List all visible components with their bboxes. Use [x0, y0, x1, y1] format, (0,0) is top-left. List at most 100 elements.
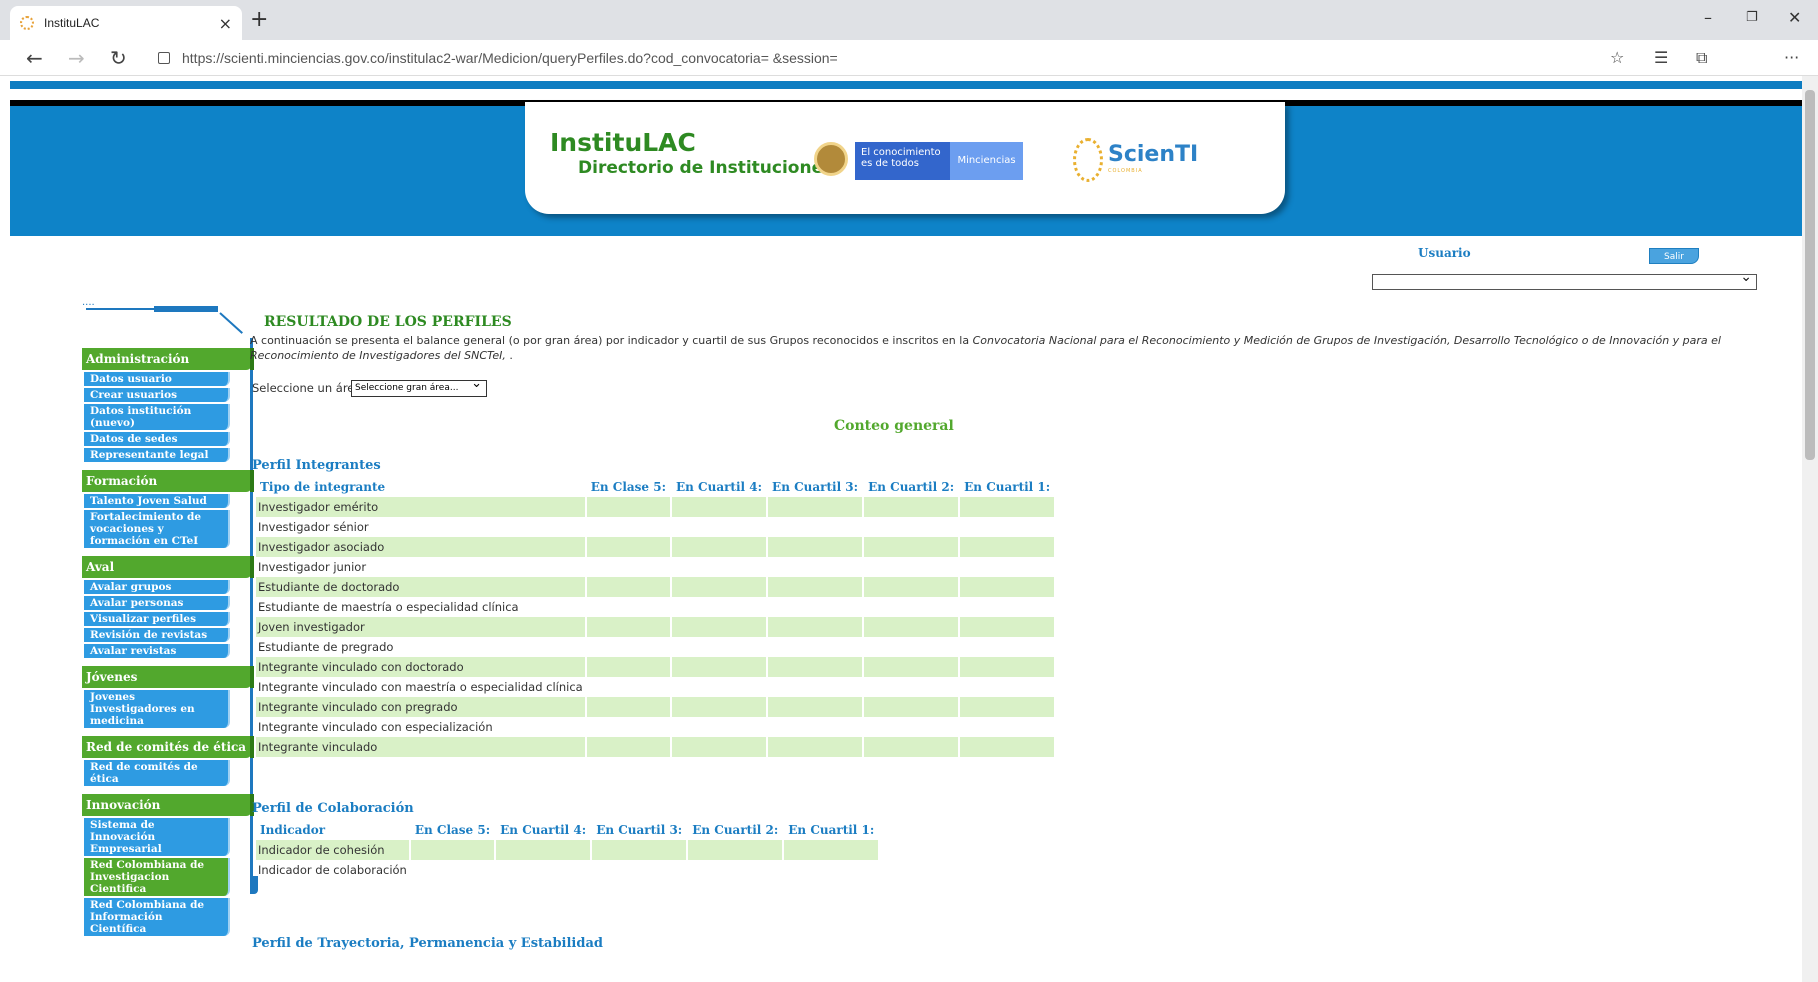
- table-header-row: Tipo de integrante En Clase 5: En Cuartil …: [256, 477, 1054, 497]
- perfil-integrantes-table: Tipo de integrante En Clase 5: En Cuartil …: [254, 477, 1056, 757]
- value-cell: [672, 577, 767, 597]
- reload-icon[interactable]: ↻: [110, 46, 127, 70]
- gov-slogan: El conocimiento es de todos: [855, 142, 950, 180]
- table-row: Indicador de cohesión: [256, 840, 879, 860]
- value-cell: [672, 737, 767, 757]
- value-cell: [672, 717, 766, 737]
- value-cell: [672, 597, 766, 617]
- minciencias-logo: Minciencias: [950, 142, 1023, 180]
- sidebar-item[interactable]: Red Colombiana de Investigacion Cientifi…: [84, 858, 230, 896]
- loading-icon: [20, 16, 34, 30]
- value-cell: [864, 737, 959, 757]
- browser-tab[interactable]: InstituLAC ×: [10, 6, 242, 40]
- page-scrollbar[interactable]: [1802, 76, 1818, 982]
- row-label: Integrante vinculado con maestría o espe…: [258, 680, 583, 694]
- sidebar-item[interactable]: Visualizar perfiles: [84, 612, 230, 626]
- value-cell: [768, 577, 863, 597]
- value-cell: [768, 657, 863, 677]
- collections-icon[interactable]: ⧉: [1696, 48, 1707, 68]
- row-label: Joven investigador: [256, 617, 585, 637]
- sidebar-item[interactable]: Avalar personas: [84, 596, 230, 610]
- sidebar-item[interactable]: Fortalecimiento de vocaciones y formació…: [84, 510, 230, 548]
- more-icon[interactable]: ···: [1784, 48, 1799, 67]
- sidebar-item[interactable]: Jovenes Investigadores en medicina: [84, 690, 230, 728]
- column-header: Tipo de integrante: [260, 480, 386, 494]
- row-label: Investigador junior: [258, 560, 367, 574]
- value-cell: [586, 697, 670, 717]
- scrollbar-thumb[interactable]: [1805, 90, 1815, 460]
- value-cell: [587, 557, 670, 577]
- table-header-row: Indicador En Clase 5: En Cuartil 4: En Cuar…: [256, 820, 878, 840]
- area-select[interactable]: Seleccione gran área...: [351, 376, 487, 397]
- row-label: Integrante vinculado con doctorado: [256, 657, 585, 677]
- user-select[interactable]: [1372, 269, 1757, 290]
- sidebar-decoration: ····: [82, 300, 262, 340]
- table-row: Integrante vinculado con especialización: [256, 717, 1054, 737]
- minimize-icon[interactable]: –: [1704, 8, 1712, 27]
- value-cell: [768, 637, 862, 657]
- sidebar-item[interactable]: Crear usuarios: [84, 388, 230, 402]
- table-row: Estudiante de maestría o especialidad cl…: [256, 597, 1054, 617]
- perfil-integrantes-title: Perfil Integrantes: [252, 458, 381, 473]
- value-cell: [586, 497, 670, 517]
- forward-icon[interactable]: →: [68, 46, 85, 70]
- favorites-list-icon[interactable]: ☰: [1654, 48, 1668, 67]
- user-label: Usuario: [1418, 246, 1471, 260]
- value-cell: [784, 840, 879, 860]
- value-cell: [864, 657, 959, 677]
- table-row: Investigador junior: [256, 557, 1054, 577]
- row-label: Investigador sénior: [258, 520, 369, 534]
- sidebar-menu: Administración Datos usuario Crear usuario…: [82, 340, 254, 936]
- value-cell: [960, 737, 1055, 757]
- logout-button[interactable]: Salir: [1649, 248, 1699, 264]
- url-field[interactable]: https://scienti.minciencias.gov.co/insti…: [148, 45, 1628, 71]
- table-row: Integrante vinculado con maestría o espe…: [256, 677, 1054, 697]
- value-cell: [410, 840, 495, 860]
- row-label: Integrante vinculado con pregrado: [256, 697, 585, 717]
- table-row: Estudiante de pregrado: [256, 637, 1054, 657]
- tab-title: InstituLAC: [44, 16, 100, 30]
- value-cell: [586, 617, 670, 637]
- sidebar-item[interactable]: Talento Joven Salud: [84, 494, 230, 508]
- favorite-icon[interactable]: ☆: [1610, 48, 1624, 67]
- new-tab-icon[interactable]: +: [250, 7, 268, 32]
- back-icon[interactable]: ←: [26, 46, 43, 70]
- value-cell: [672, 497, 767, 517]
- address-bar: ← → ↻ https://scienti.minciencias.gov.co…: [0, 40, 1818, 76]
- column-header: En Clase 5:: [414, 823, 491, 837]
- restore-icon[interactable]: ❐: [1746, 10, 1758, 25]
- row-label: Investigador emérito: [256, 497, 585, 517]
- sidebar-item[interactable]: Datos de sedes: [84, 432, 230, 446]
- value-cell: [864, 557, 958, 577]
- window-close-icon[interactable]: ✕: [1788, 8, 1801, 27]
- value-cell: [586, 737, 670, 757]
- sidebar-item[interactable]: Datos institución (nuevo): [84, 404, 230, 430]
- close-tab-icon[interactable]: ×: [219, 14, 232, 33]
- decor-diagonal: [219, 312, 243, 334]
- sidebar-item[interactable]: Red de comités de ética: [84, 760, 230, 786]
- sidebar-item[interactable]: Red Colombiana de Información Científica: [84, 898, 230, 936]
- sidebar-item[interactable]: Sistema de Innovación Empresarial: [84, 818, 230, 856]
- column-header: En Cuartil 1:: [788, 823, 875, 837]
- value-cell: [587, 517, 670, 537]
- sidebar-item[interactable]: Datos usuario: [84, 372, 230, 386]
- sidebar-section-header: Formación: [82, 470, 254, 492]
- sidebar-item[interactable]: Avalar revistas: [84, 644, 230, 658]
- colombia-seal-icon: [814, 142, 848, 176]
- row-label: Estudiante de doctorado: [256, 577, 585, 597]
- value-cell: [864, 577, 959, 597]
- value-cell: [688, 840, 783, 860]
- value-cell: [587, 597, 670, 617]
- value-cell: [768, 517, 862, 537]
- value-cell: [592, 860, 686, 880]
- sidebar-item[interactable]: Avalar grupos: [84, 580, 230, 594]
- intro-plain: A continuación se presenta el balance ge…: [250, 334, 973, 347]
- value-cell: [768, 497, 863, 517]
- browser-tab-bar: InstituLAC × + – ❐ ✕: [0, 0, 1818, 40]
- sidebar-item[interactable]: Revisión de revistas: [84, 628, 230, 642]
- sidebar-item[interactable]: Representante legal: [84, 448, 230, 462]
- perfil-colaboracion-table: Indicador En Clase 5: En Cuartil 4: En Cuar…: [254, 820, 880, 880]
- sidebar-section-header: Jóvenes: [82, 666, 254, 688]
- value-cell: [864, 537, 959, 557]
- value-cell: [960, 637, 1054, 657]
